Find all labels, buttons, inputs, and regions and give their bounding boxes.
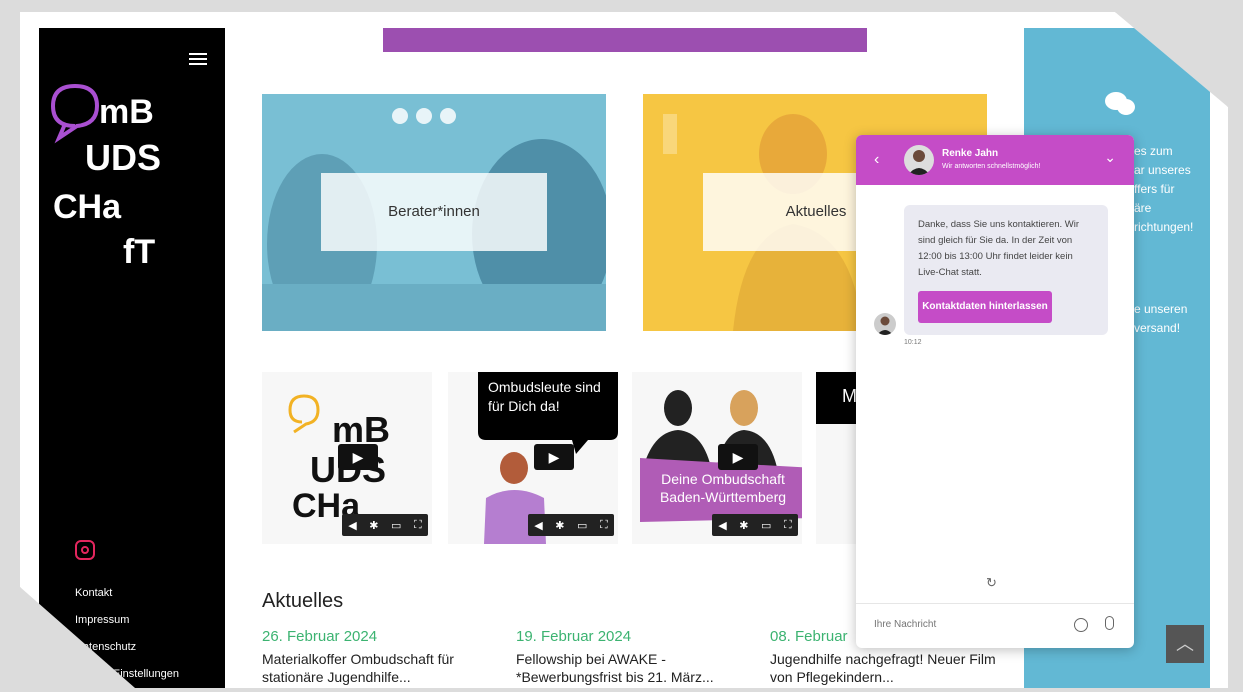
volume-icon[interactable]: ◀ <box>348 519 356 532</box>
nav-kontakt[interactable]: Kontakt <box>75 586 179 613</box>
instagram-icon[interactable] <box>75 540 95 560</box>
right-panel-text-1: es zum ar unseres ffers für äre richtung… <box>1134 142 1193 237</box>
message-time: 10:12 <box>904 339 922 346</box>
right-panel-line: ar unseres <box>1134 163 1191 177</box>
emoji-icon[interactable] <box>1074 618 1088 632</box>
video-2-controls[interactable]: ◀ ✱ ▭ ⛶ <box>528 514 614 536</box>
chat-input-bar <box>856 603 1134 648</box>
news-date-3: 08. Februar <box>770 628 848 645</box>
agent-avatar <box>904 145 934 175</box>
news-date-1: 26. Februar 2024 <box>262 628 378 645</box>
pip-icon[interactable]: ▭ <box>391 519 401 532</box>
volume-icon[interactable]: ◀ <box>718 519 726 532</box>
news-title-1[interactable]: Materialkoffer Ombudschaft für stationär… <box>262 650 492 686</box>
pip-icon[interactable]: ▭ <box>577 519 587 532</box>
fullscreen-icon[interactable]: ⛶ <box>600 519 608 532</box>
video-3-play-button[interactable]: ▶ <box>718 444 758 470</box>
menu-icon[interactable] <box>189 50 207 68</box>
nav-impressum[interactable]: Impressum <box>75 613 179 640</box>
leave-contact-button[interactable]: Kontaktdaten hinterlassen <box>918 291 1052 323</box>
right-panel-line: richtungen! <box>1134 220 1194 234</box>
right-panel-line: versand! <box>1134 321 1181 335</box>
scroll-to-top-button[interactable]: ︿ <box>1166 625 1204 663</box>
settings-icon[interactable]: ✱ <box>739 519 748 532</box>
logo-text-1: mB <box>99 93 154 131</box>
video-1-play-button[interactable]: ▶ <box>338 444 378 470</box>
nav-cookie-einstellungen[interactable]: Cookie-Einstellungen <box>75 667 179 688</box>
chat-message-text: Danke, dass Sie uns kontaktieren. Wir si… <box>918 219 1080 278</box>
news-title-3[interactable]: Jugendhilfe nachgefragt! Neuer Film von … <box>770 650 1000 686</box>
browser-viewport: mB UDS CHa fT Kontakt Impressum Datensch… <box>20 12 1228 688</box>
video-4-caption: M <box>842 386 857 406</box>
footer-nav: Kontakt Impressum Datenschutz Cookie-Ein… <box>75 586 179 688</box>
volume-icon[interactable]: ◀ <box>534 519 542 532</box>
logo-text-4: fT <box>123 233 155 271</box>
chevron-left-icon[interactable]: ‹ <box>874 151 879 169</box>
nav-datenschutz[interactable]: Datenschutz <box>75 640 179 667</box>
right-panel-line: ffers für <box>1134 182 1175 196</box>
news-date-2: 19. Februar 2024 <box>516 628 632 645</box>
microphone-icon[interactable] <box>1105 616 1114 630</box>
video-2-caption: Ombudsleute sind für Dich da! <box>488 379 601 414</box>
message-avatar <box>874 313 896 335</box>
video-3-controls[interactable]: ◀ ✱ ▭ ⛶ <box>712 514 798 536</box>
news-section-title: Aktuelles <box>262 590 344 612</box>
chat-message-input[interactable] <box>872 618 1046 631</box>
chat-bubbles-icon <box>1105 92 1135 115</box>
tile-beraterinnen[interactable]: Berater*innen <box>262 94 606 331</box>
settings-icon[interactable]: ✱ <box>555 519 564 532</box>
settings-icon[interactable]: ✱ <box>369 519 378 532</box>
right-panel-line: e unseren <box>1134 302 1188 316</box>
video-3[interactable]: Deine Ombudschaft Baden-Württemberg ▶ ◀ ✱… <box>632 372 814 544</box>
video-1-controls[interactable]: ◀ ✱ ▭ ⛶ <box>342 514 428 536</box>
agent-status: Wir antworten schnellstmöglich! <box>942 163 1041 170</box>
video-3-caption: Deine Ombudschaft Baden-Württemberg <box>659 471 787 505</box>
logo-text-2: UDS <box>85 137 161 178</box>
pip-icon[interactable]: ▭ <box>761 519 771 532</box>
typing-indicator-icon: ↻ <box>986 575 997 590</box>
sidebar: mB UDS CHa fT Kontakt Impressum Datensch… <box>39 28 225 688</box>
right-panel-line: äre <box>1134 201 1152 215</box>
right-panel-text-2: e unseren versand! <box>1134 300 1187 338</box>
tile-label-beraterinnen: Berater*innen <box>321 173 547 251</box>
fullscreen-icon[interactable]: ⛶ <box>784 519 792 532</box>
video-2-play-button[interactable]: ▶ <box>534 444 574 470</box>
right-panel-line: es zum <box>1134 144 1173 158</box>
top-banner <box>383 28 867 52</box>
agent-name: Renke Jahn <box>942 148 999 159</box>
news-title-2[interactable]: Fellowship bei AWAKE - *Bewerbungsfrist … <box>516 650 746 686</box>
chat-widget: ‹ Renke Jahn Wir antworten schnellstmögl… <box>856 135 1134 648</box>
chevron-down-icon[interactable]: ⌄ <box>1104 149 1116 166</box>
video-1[interactable]: mB UDS CHa ▶ ◀✱▭⛶ <box>262 372 432 544</box>
logo-text-3: CHa <box>53 188 122 226</box>
fullscreen-icon[interactable]: ⛶ <box>414 519 422 532</box>
ombudschaft-logo[interactable]: mB UDS CHa fT <box>45 78 215 278</box>
chat-message: Danke, dass Sie uns kontaktieren. Wir si… <box>904 205 1108 335</box>
chat-header: ‹ Renke Jahn Wir antworten schnellstmögl… <box>856 135 1134 185</box>
video-2[interactable]: Ombudsleute sind für Dich da! ▶ ◀ ✱ ▭ ⛶ <box>448 372 618 544</box>
